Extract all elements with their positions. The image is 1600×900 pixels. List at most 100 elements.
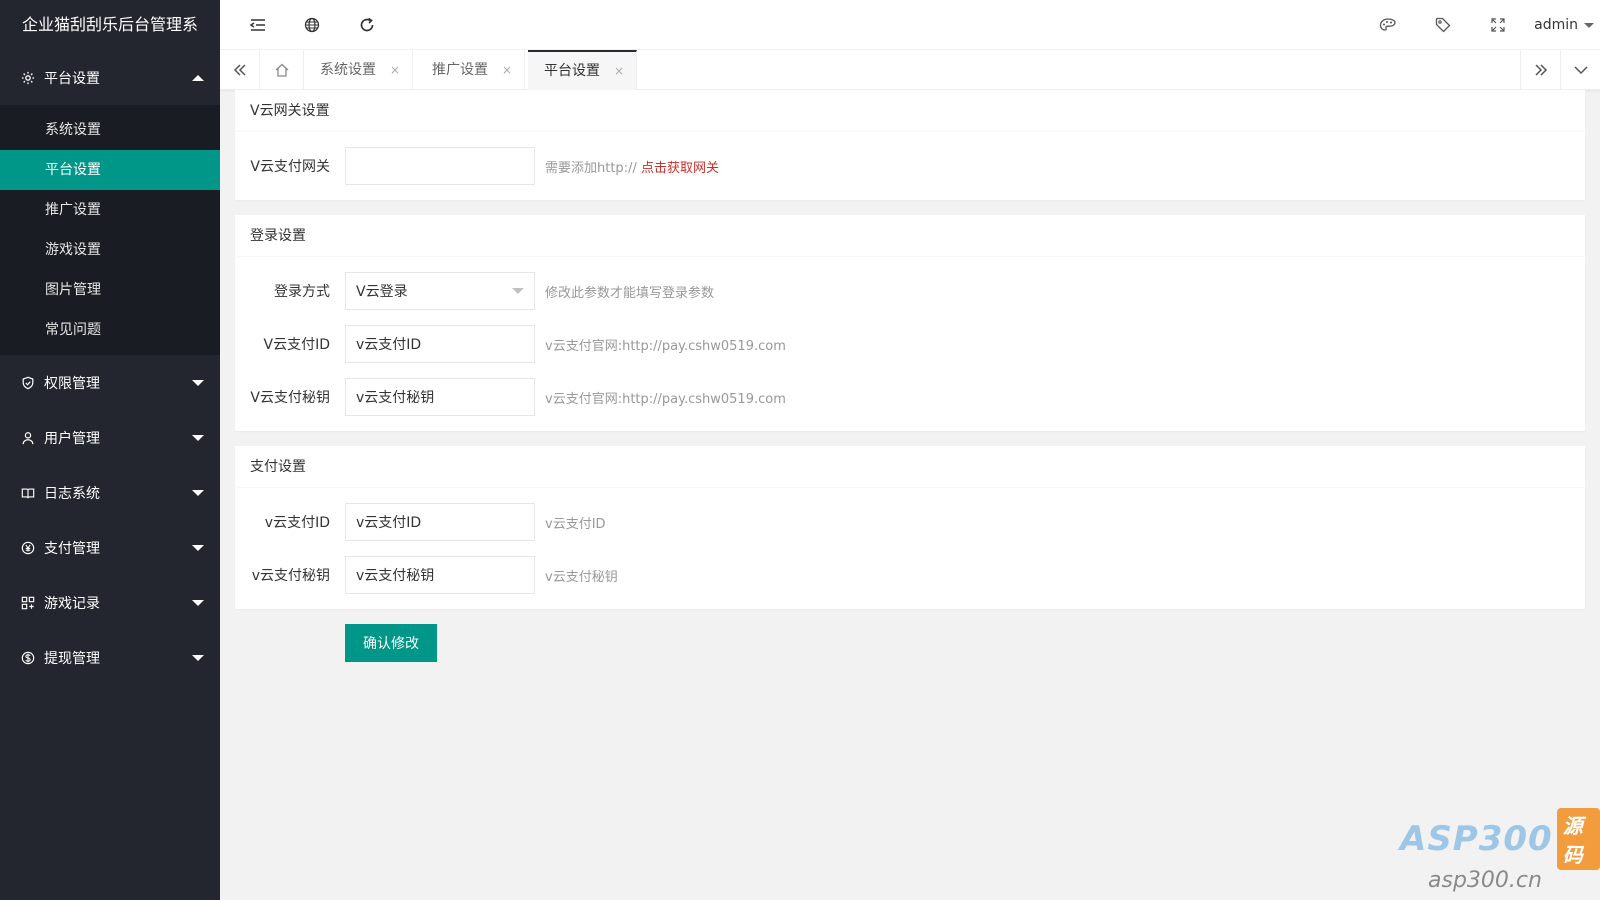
sidebar-group-payments[interactable]: 支付管理 [0,520,220,575]
field-tip: v云支付ID [545,516,606,532]
tip-text: 需要添加http:// [545,160,637,176]
close-icon[interactable]: × [502,50,512,90]
sidebar-group-withdrawals[interactable]: 提现管理 [0,630,220,685]
sidebar-group-permissions[interactable]: 权限管理 [0,355,220,410]
book-icon [20,485,36,501]
tab-label: 平台设置 [544,63,600,79]
app-title: 企业猫刮刮乐后台管理系 [0,0,220,50]
sidebar-group-users[interactable]: 用户管理 [0,410,220,465]
username: admin [1534,17,1578,33]
home-icon[interactable] [260,50,304,90]
shield-icon [20,375,36,391]
form-row-gateway: V云支付网关 需要添加http:// 点击获取网关 [235,147,1585,185]
user-menu[interactable]: admin [1534,0,1594,50]
sidebar-group-label: 平台设置 [44,70,100,87]
sidebar-group-label: 支付管理 [44,540,100,557]
field-tip: 修改此参数才能填写登录参数 [545,285,715,301]
confirm-button[interactable]: 确认修改 [345,624,437,662]
card-pay-settings: 支付设置 v云支付ID v云支付ID v云支付秘钥 v云支付秘钥 [235,446,1585,609]
tag-icon[interactable] [1433,15,1453,35]
field-tip: v云支付官网:http://pay.cshw0519.com [545,391,786,407]
sidebar-item-promotion-settings[interactable]: 推广设置 [0,190,220,230]
select-value: V云登录 [356,284,408,300]
form-row-pay-key: v云支付秘钥 v云支付秘钥 [235,556,1585,594]
login-pay-key-input[interactable] [345,378,535,416]
card-gateway-settings: V云网关设置 V云支付网关 需要添加http:// 点击获取网关 [235,90,1585,200]
sidebar-group-logs[interactable]: 日志系统 [0,465,220,520]
form-row-login-id: V云支付ID v云支付官网:http://pay.cshw0519.com [235,325,1585,363]
card-title: 登录设置 [235,215,1585,257]
field-tip: 需要添加http:// 点击获取网关 [545,157,719,176]
pay-id-input[interactable] [345,503,535,541]
sidebar-item-system-settings[interactable]: 系统设置 [0,110,220,150]
field-label: v云支付秘钥 [251,568,330,584]
chevron-down-icon [192,599,204,606]
grid-icon [20,595,36,611]
card-title: V云网关设置 [235,90,1585,132]
sidebar-group-label: 日志系统 [44,485,100,502]
fullscreen-icon[interactable] [1488,15,1508,35]
submenu-platform-settings: 系统设置 平台设置 推广设置 游戏设置 图片管理 常见问题 [0,105,220,355]
sidebar-item-platform-settings[interactable]: 平台设置 [0,150,220,190]
tab-platform-settings[interactable]: 平台设置 × [528,50,638,91]
get-gateway-link[interactable]: 点击获取网关 [641,161,719,176]
sidebar-group-platform-settings[interactable]: 平台设置 [0,50,220,105]
chevron-up-icon [192,74,204,81]
user-icon [20,430,36,446]
card-title: 支付设置 [235,446,1585,488]
login-method-select[interactable]: V云登录 [345,272,535,310]
chevron-down-icon [192,379,204,386]
sidebar: 企业猫刮刮乐后台管理系 平台设置 系统设置 平台设置 推广设置 游戏设置 图片管… [0,0,220,900]
menu-fold-icon[interactable] [248,15,268,35]
sidebar-item-game-settings[interactable]: 游戏设置 [0,230,220,270]
sidebar-item-image-management[interactable]: 图片管理 [0,270,220,310]
field-tip: v云支付秘钥 [545,569,618,585]
tabs-bar: 系统设置 × 推广设置 × 平台设置 × [220,50,1600,90]
form-row-login-method: 登录方式 V云登录 修改此参数才能填写登录参数 [235,272,1585,310]
pay-key-input[interactable] [345,556,535,594]
tab-label: 推广设置 [432,62,488,78]
field-label: 登录方式 [274,284,330,300]
field-label: v云支付ID [264,515,330,531]
tab-system-settings[interactable]: 系统设置 × [304,50,414,90]
gateway-input[interactable] [345,147,535,185]
field-label: V云支付ID [263,337,331,353]
sidebar-group-label: 权限管理 [44,375,100,392]
chevron-down-icon [1584,22,1594,28]
chevron-down-icon [512,288,524,294]
dollar-icon [20,650,36,666]
top-header: admin [220,0,1600,50]
form-row-login-key: V云支付秘钥 v云支付官网:http://pay.cshw0519.com [235,378,1585,416]
login-pay-id-input[interactable] [345,325,535,363]
watermark-url: asp300.cn [1428,868,1542,893]
sidebar-item-faq[interactable]: 常见问题 [0,310,220,350]
sidebar-group-label: 提现管理 [44,650,100,667]
chevron-down-icon [192,654,204,661]
form-row-pay-id: v云支付ID v云支付ID [235,503,1585,541]
field-tip: v云支付官网:http://pay.cshw0519.com [545,338,786,354]
chevron-down-icon [192,489,204,496]
sidebar-group-label: 用户管理 [44,430,100,447]
field-label: V云支付网关 [250,159,330,175]
tabs-scroll-right-icon[interactable] [1520,50,1560,90]
tab-promotion-settings[interactable]: 推广设置 × [416,50,526,90]
card-login-settings: 登录设置 登录方式 V云登录 修改此参数才能填写登录参数 V云支付ID v云支付… [235,215,1585,431]
sidebar-group-game-records[interactable]: 游戏记录 [0,575,220,630]
main-content: V云网关设置 V云支付网关 需要添加http:// 点击获取网关 登录设置 登录… [235,90,1585,662]
refresh-icon[interactable] [357,15,377,35]
gear-icon [20,70,36,86]
tabs-scroll-left-icon[interactable] [220,50,260,90]
field-label: V云支付秘钥 [250,390,330,406]
theme-icon[interactable] [1378,15,1398,35]
close-icon[interactable]: × [390,50,400,90]
close-icon[interactable]: × [614,51,624,91]
tab-label: 系统设置 [320,62,376,78]
watermark-logo: ASP300 源码 asp300.cn [1400,808,1600,893]
watermark-badge: 源码 [1556,808,1600,870]
watermark-brand: ASP300 [1400,819,1553,859]
globe-icon[interactable] [302,15,322,35]
chevron-down-icon [192,544,204,551]
chevron-down-icon [192,434,204,441]
tabs-menu-chevron-down-icon[interactable] [1560,50,1600,90]
yen-icon [20,540,36,556]
